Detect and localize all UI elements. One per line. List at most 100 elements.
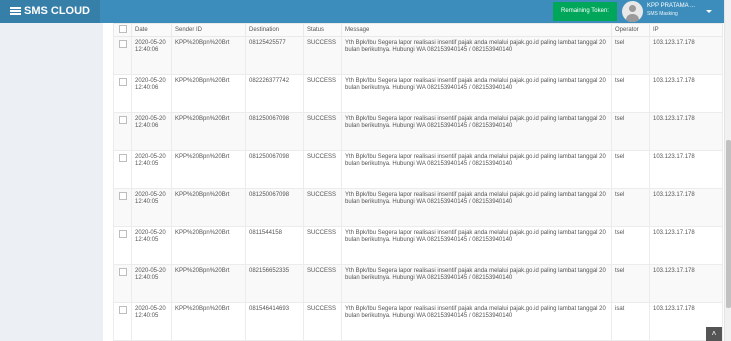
select-all-checkbox[interactable] xyxy=(118,25,127,33)
cell-ip: 103.123.17.178 xyxy=(649,74,723,113)
cell-operator: tsel xyxy=(611,226,650,265)
select-all-cell xyxy=(113,23,132,37)
remaining-token-badge: Remaining Token: xyxy=(553,2,617,21)
cell-operator: tsel xyxy=(611,150,650,189)
cell-sender-id: KPP%20Bpn%20Brt xyxy=(171,302,246,341)
cell-date: 2020-05-20 12:40:05 xyxy=(131,264,172,303)
cell-operator: tsel xyxy=(611,264,650,303)
table-row: 2020-05-20 12:40:05 KPP%20Bpn%20Brt 0811… xyxy=(113,226,723,265)
table-row: 2020-05-20 12:40:06 KPP%20Bpn%20Brt 0812… xyxy=(113,112,723,151)
row-select-cell xyxy=(113,36,132,75)
table-row: 2020-05-20 12:40:05 KPP%20Bpn%20Brt 0812… xyxy=(113,150,723,189)
cell-message: Yth Bpk/Ibu Segera lapor realisasi insen… xyxy=(341,302,612,341)
cell-status: SUCCESS xyxy=(303,112,342,151)
cell-sender-id: KPP%20Bpn%20Brt xyxy=(171,112,246,151)
row-checkbox[interactable] xyxy=(118,116,127,124)
user-role: SMS Masking xyxy=(647,11,678,17)
page-scrollbar[interactable] xyxy=(724,0,731,341)
cell-date: 2020-05-20 12:40:05 xyxy=(131,150,172,189)
row-select-cell xyxy=(113,112,132,151)
user-menu[interactable]: KPP PRATAMA ... SMS Masking xyxy=(619,0,720,23)
caret-down-icon xyxy=(706,10,712,13)
cell-sender-id: KPP%20Bpn%20Brt xyxy=(171,264,246,303)
row-checkbox[interactable] xyxy=(118,268,127,276)
table-row: 2020-05-20 12:40:05 KPP%20Bpn%20Brt 0812… xyxy=(113,188,723,227)
cell-destination: 081250067098 xyxy=(245,150,304,189)
brand-name: SMS CLOUD xyxy=(24,5,90,17)
cell-sender-id: KPP%20Bpn%20Brt xyxy=(171,36,246,75)
cell-message: Yth Bpk/Ibu Segera lapor realisasi insen… xyxy=(341,74,612,113)
brand-logo[interactable]: SMS CLOUD xyxy=(0,0,100,23)
cell-date: 2020-05-20 12:40:06 xyxy=(131,112,172,151)
column-header-ip[interactable]: IP xyxy=(649,23,723,37)
column-header-date[interactable]: Date xyxy=(131,23,172,37)
cell-destination: 081250067098 xyxy=(245,188,304,227)
sms-report-panel: Date Sender ID Destination Status Messag… xyxy=(103,23,724,341)
menu-icon[interactable] xyxy=(10,7,21,15)
row-checkbox[interactable] xyxy=(118,192,127,200)
row-checkbox[interactable] xyxy=(118,306,127,314)
cell-ip: 103.123.17.178 xyxy=(649,226,723,265)
cell-destination: 08125425577 xyxy=(245,36,304,75)
cell-message: Yth Bpk/Ibu Segera lapor realisasi insen… xyxy=(341,188,612,227)
row-checkbox[interactable] xyxy=(118,154,127,162)
cell-message: Yth Bpk/Ibu Segera lapor realisasi insen… xyxy=(341,150,612,189)
row-checkbox[interactable] xyxy=(118,78,127,86)
row-select-cell xyxy=(113,264,132,303)
cell-operator: tsel xyxy=(611,112,650,151)
column-header-sender-id[interactable]: Sender ID xyxy=(171,23,246,37)
cell-ip: 103.123.17.178 xyxy=(649,150,723,189)
row-select-cell xyxy=(113,150,132,189)
cell-ip: 103.123.17.178 xyxy=(649,36,723,75)
cell-destination: 082226377742 xyxy=(245,74,304,113)
table-row: 2020-05-20 12:40:05 KPP%20Bpn%20Brt 0821… xyxy=(113,264,723,303)
cell-status: SUCCESS xyxy=(303,302,342,341)
user-avatar-icon xyxy=(622,1,643,22)
cell-message: Yth Bpk/Ibu Segera lapor realisasi insen… xyxy=(341,226,612,265)
cell-message: Yth Bpk/Ibu Segera lapor realisasi insen… xyxy=(341,112,612,151)
cell-date: 2020-05-20 12:40:05 xyxy=(131,188,172,227)
cell-status: SUCCESS xyxy=(303,36,342,75)
cell-date: 2020-05-20 12:40:05 xyxy=(131,302,172,341)
cell-ip: 103.123.17.178 xyxy=(649,264,723,303)
cell-destination: 081250067098 xyxy=(245,112,304,151)
scrollbar-thumb[interactable] xyxy=(726,140,731,308)
row-checkbox[interactable] xyxy=(118,230,127,238)
cell-date: 2020-05-20 12:40:06 xyxy=(131,74,172,113)
sidebar xyxy=(0,23,103,341)
cell-operator: isat xyxy=(611,302,650,341)
row-checkbox[interactable] xyxy=(118,40,127,48)
row-select-cell xyxy=(113,74,132,113)
cell-message: Yth Bpk/Ibu Segera lapor realisasi insen… xyxy=(341,36,612,75)
column-header-status[interactable]: Status xyxy=(303,23,342,37)
cell-sender-id: KPP%20Bpn%20Brt xyxy=(171,188,246,227)
cell-ip: 103.123.17.178 xyxy=(649,112,723,151)
column-header-operator[interactable]: Operator xyxy=(611,23,650,37)
cell-sender-id: KPP%20Bpn%20Brt xyxy=(171,226,246,265)
chevron-up-icon[interactable]: ˄ xyxy=(706,327,722,341)
cell-destination: 082156652335 xyxy=(245,264,304,303)
cell-sender-id: KPP%20Bpn%20Brt xyxy=(171,150,246,189)
row-select-cell xyxy=(113,226,132,265)
cell-sender-id: KPP%20Bpn%20Brt xyxy=(171,74,246,113)
cell-status: SUCCESS xyxy=(303,226,342,265)
table-row: 2020-05-20 12:40:06 KPP%20Bpn%20Brt 0822… xyxy=(113,74,723,113)
table-header-row: Date Sender ID Destination Status Messag… xyxy=(113,23,723,37)
cell-status: SUCCESS xyxy=(303,150,342,189)
cell-date: 2020-05-20 12:40:06 xyxy=(131,36,172,75)
cell-destination: 0811544158 xyxy=(245,226,304,265)
row-select-cell xyxy=(113,188,132,227)
cell-operator: tsel xyxy=(611,188,650,227)
cell-destination: 081546414693 xyxy=(245,302,304,341)
table-row: 2020-05-20 12:40:05 KPP%20Bpn%20Brt 0815… xyxy=(113,302,723,341)
row-select-cell xyxy=(113,302,132,341)
user-name: KPP PRATAMA ... xyxy=(647,3,696,9)
cell-status: SUCCESS xyxy=(303,188,342,227)
cell-ip: 103.123.17.178 xyxy=(649,188,723,227)
column-header-destination[interactable]: Destination xyxy=(245,23,304,37)
cell-message: Yth Bpk/Ibu Segera lapor realisasi insen… xyxy=(341,264,612,303)
cell-date: 2020-05-20 12:40:05 xyxy=(131,226,172,265)
cell-operator: tsel xyxy=(611,74,650,113)
column-header-message[interactable]: Message xyxy=(341,23,612,37)
table-row: 2020-05-20 12:40:06 KPP%20Bpn%20Brt 0812… xyxy=(113,36,723,75)
